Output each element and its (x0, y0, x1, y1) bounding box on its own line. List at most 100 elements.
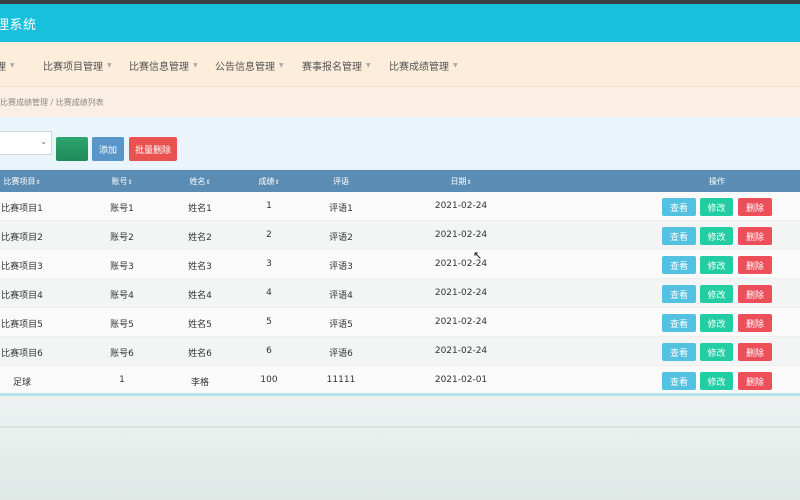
nav-item-announcements[interactable]: 公告信息管理 ▼ (215, 58, 284, 73)
nav-item-results[interactable]: 比赛成绩管理 ▼ (389, 58, 458, 73)
app-header: 理系统 (0, 4, 800, 42)
cell-account: 账号4 (110, 291, 134, 301)
view-button[interactable]: 查看 (662, 227, 696, 245)
cell-name: 姓名2 (188, 233, 212, 243)
chevron-down-icon: ▼ (366, 62, 371, 69)
results-table: 比赛项目⇕ 账号⇕ 姓名⇕ 成绩⇕ 评语 日期⇕ 操作 比赛项目1 账号1 姓名… (0, 170, 800, 395)
app-title: 理系统 (0, 17, 37, 33)
top-nav: 管理 ▼ 比赛项目管理 ▼ 比赛信息管理 ▼ 公告信息管理 ▼ 赛事报名管理 ▼ 比赛成绩… (0, 42, 800, 87)
delete-button[interactable]: 删除 (738, 227, 772, 245)
add-button[interactable]: 添加 (92, 137, 124, 161)
delete-button[interactable]: 删除 (738, 372, 772, 390)
pagination-area (0, 396, 800, 500)
breadcrumb-bar: 比赛成绩管理 / 比赛成绩列表 (0, 87, 800, 117)
cell-name: 姓名6 (188, 349, 212, 359)
chevron-down-icon: ⌄ (40, 137, 47, 146)
cell-account: 1 (119, 375, 125, 385)
cell-date: 2021-02-24 (434, 288, 488, 298)
edit-button[interactable]: 修改 (700, 285, 733, 303)
column-header-project[interactable]: 比赛项目⇕ (3, 176, 40, 187)
edit-button[interactable]: 修改 (700, 198, 733, 216)
nav-item-label: 比赛项目管理 (43, 62, 103, 73)
search-select[interactable]: ⌄ (0, 131, 52, 155)
divider (0, 426, 800, 428)
table-row: 比赛项目3 账号3 姓名3 3 评语3 2021-02-24 查看 修改 删除 (0, 250, 800, 279)
table-row: 比赛项目2 账号2 姓名2 2 评语2 2021-02-24 查看 修改 删除 (0, 221, 800, 250)
delete-button[interactable]: 删除 (738, 285, 772, 303)
column-header-actions: 操作 (709, 177, 725, 186)
chevron-down-icon: ▼ (453, 62, 458, 69)
batch-delete-button[interactable]: 批量删除 (129, 137, 177, 161)
column-header-score[interactable]: 成绩⇕ (258, 176, 279, 187)
cell-name: 李格 (190, 378, 210, 388)
cell-score: 3 (266, 259, 272, 269)
cell-date: 2021-02-24 (434, 317, 488, 327)
cell-date: 2021-02-01 (434, 375, 488, 385)
search-button[interactable] (56, 137, 88, 161)
cell-project: 足球 (12, 378, 32, 388)
cell-score: 5 (266, 317, 272, 327)
table-row: 比赛项目6 账号6 姓名6 6 评语6 2021-02-24 查看 修改 删除 (0, 337, 800, 366)
cell-score: 100 (260, 375, 278, 385)
edit-button[interactable]: 修改 (700, 227, 733, 245)
view-button[interactable]: 查看 (662, 314, 696, 332)
cell-project: 比赛项目1 (1, 204, 43, 214)
toolbar: ⌄ 添加 批量删除 (0, 117, 800, 169)
table-header: 比赛项目⇕ 账号⇕ 姓名⇕ 成绩⇕ 评语 日期⇕ 操作 (0, 170, 800, 192)
cell-comment: 11111 (326, 375, 356, 385)
column-header-account[interactable]: 账号⇕ (111, 176, 132, 187)
nav-item-competition-projects[interactable]: 比赛项目管理 ▼ (43, 58, 112, 73)
cell-account: 账号6 (110, 349, 134, 359)
view-button[interactable]: 查看 (662, 372, 696, 390)
nav-item-label: 比赛信息管理 (129, 62, 189, 73)
cell-name: 姓名5 (188, 320, 212, 330)
cell-name: 姓名1 (188, 204, 212, 214)
chevron-down-icon: ▼ (193, 62, 198, 69)
delete-button[interactable]: 删除 (738, 256, 772, 274)
chevron-down-icon: ▼ (10, 62, 15, 69)
view-button[interactable]: 查看 (662, 198, 696, 216)
cell-project: 比赛项目6 (1, 349, 43, 359)
delete-button[interactable]: 删除 (738, 198, 772, 216)
cell-score: 6 (266, 346, 272, 356)
edit-button[interactable]: 修改 (700, 256, 733, 274)
view-button[interactable]: 查看 (662, 285, 696, 303)
cell-comment: 评语1 (329, 204, 353, 214)
column-header-comment: 评语 (333, 177, 349, 186)
view-button[interactable]: 查看 (662, 256, 696, 274)
breadcrumb: 比赛成绩管理 / 比赛成绩列表 (0, 98, 104, 107)
cell-score: 2 (266, 230, 272, 240)
edit-button[interactable]: 修改 (700, 372, 733, 390)
edit-button[interactable]: 修改 (700, 343, 733, 361)
cell-project: 比赛项目2 (1, 233, 43, 243)
nav-item-competition-info[interactable]: 比赛信息管理 ▼ (129, 58, 198, 73)
cell-date: 2021-02-24 (434, 201, 488, 211)
edit-button[interactable]: 修改 (700, 314, 733, 332)
delete-button[interactable]: 删除 (738, 314, 772, 332)
chevron-down-icon: ▼ (107, 62, 112, 69)
nav-item-label: 公告信息管理 (215, 62, 275, 73)
delete-button[interactable]: 删除 (738, 343, 772, 361)
cell-date: 2021-02-24 (434, 230, 488, 240)
column-header-name[interactable]: 姓名⇕ (189, 176, 210, 187)
nav-item-label: 比赛成绩管理 (389, 62, 449, 73)
cell-comment: 评语5 (329, 320, 353, 330)
cell-name: 姓名3 (188, 262, 212, 272)
nav-item-label: 管理 (0, 62, 6, 73)
cell-comment: 评语2 (329, 233, 353, 243)
view-button[interactable]: 查看 (662, 343, 696, 361)
nav-item-label: 赛事报名管理 (302, 62, 362, 73)
cell-comment: 评语6 (329, 349, 353, 359)
nav-item-registration[interactable]: 赛事报名管理 ▼ (302, 58, 371, 73)
mouse-cursor-icon: ↖ (473, 249, 483, 262)
table-row: 比赛项目5 账号5 姓名5 5 评语5 2021-02-24 查看 修改 删除 (0, 308, 800, 337)
cell-comment: 评语3 (329, 262, 353, 272)
nav-item-0[interactable]: 管理 ▼ (0, 58, 15, 73)
cell-comment: 评语4 (329, 291, 353, 301)
column-header-date[interactable]: 日期⇕ (450, 176, 471, 187)
cell-account: 账号3 (110, 262, 134, 272)
cell-account: 账号1 (110, 204, 134, 214)
table-row: 足球 1 李格 100 11111 2021-02-01 查看 修改 删除 (0, 366, 800, 395)
cell-score: 1 (266, 201, 272, 211)
table-row: 比赛项目1 账号1 姓名1 1 评语1 2021-02-24 查看 修改 删除 (0, 192, 800, 221)
